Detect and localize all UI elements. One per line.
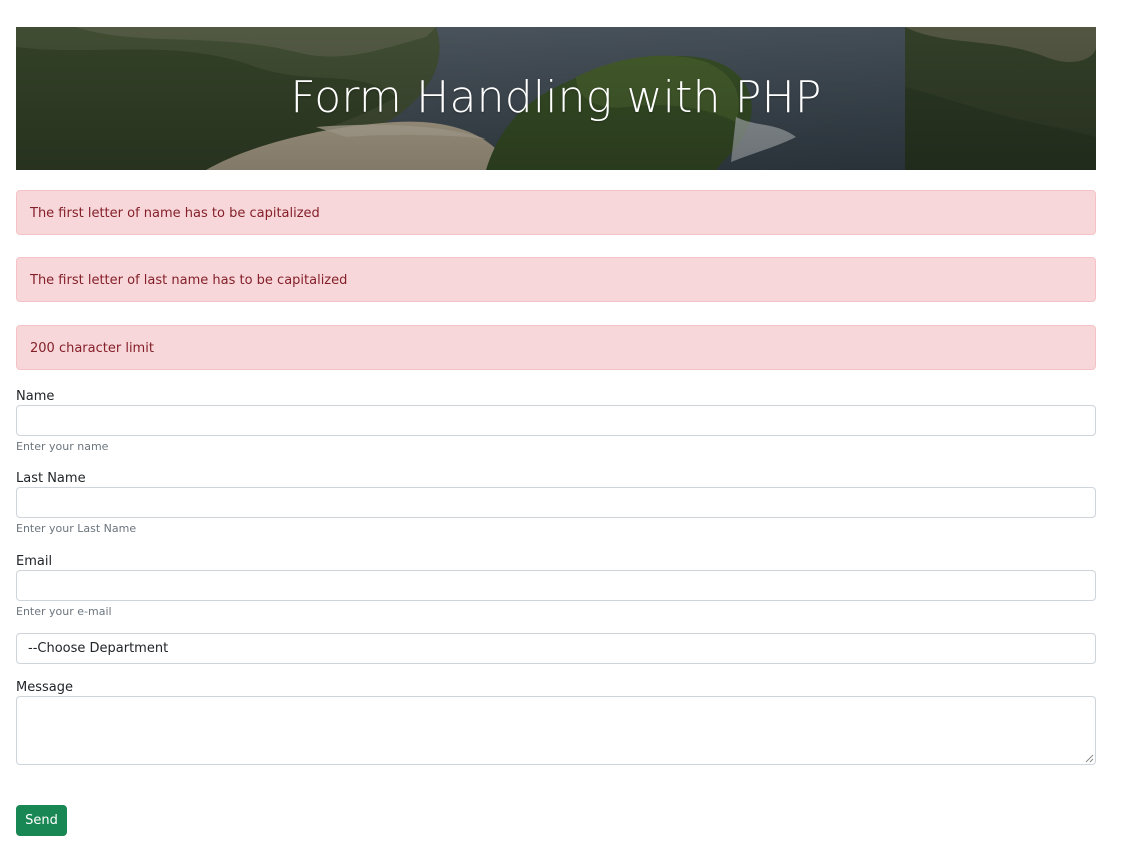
page: Form Handling with PHP The first letter … [0, 0, 1146, 849]
email-help-text: Enter your e-mail [16, 605, 112, 618]
last-name-input[interactable] [16, 487, 1096, 518]
name-input[interactable] [16, 405, 1096, 436]
alert-last-name-capitalization: The first letter of last name has to be … [16, 257, 1096, 302]
send-button[interactable]: Send [16, 805, 67, 836]
resize-grip-icon[interactable] [1084, 753, 1094, 763]
email-input[interactable] [16, 570, 1096, 601]
name-help-text: Enter your name [16, 440, 109, 453]
message-textarea[interactable] [16, 696, 1096, 765]
message-label: Message [16, 680, 73, 695]
name-label: Name [16, 389, 55, 404]
last-name-label: Last Name [16, 471, 86, 486]
last-name-help-text: Enter your Last Name [16, 522, 137, 535]
alert-character-limit: 200 character limit [16, 325, 1096, 370]
department-selected-value: --Choose Department [28, 641, 169, 656]
page-title: Form Handling with PHP [290, 72, 822, 123]
header-banner: Form Handling with PHP [16, 27, 1096, 170]
department-select[interactable]: --Choose Department [16, 633, 1096, 664]
alert-name-capitalization: The first letter of name has to be capit… [16, 190, 1096, 235]
email-label: Email [16, 554, 53, 569]
